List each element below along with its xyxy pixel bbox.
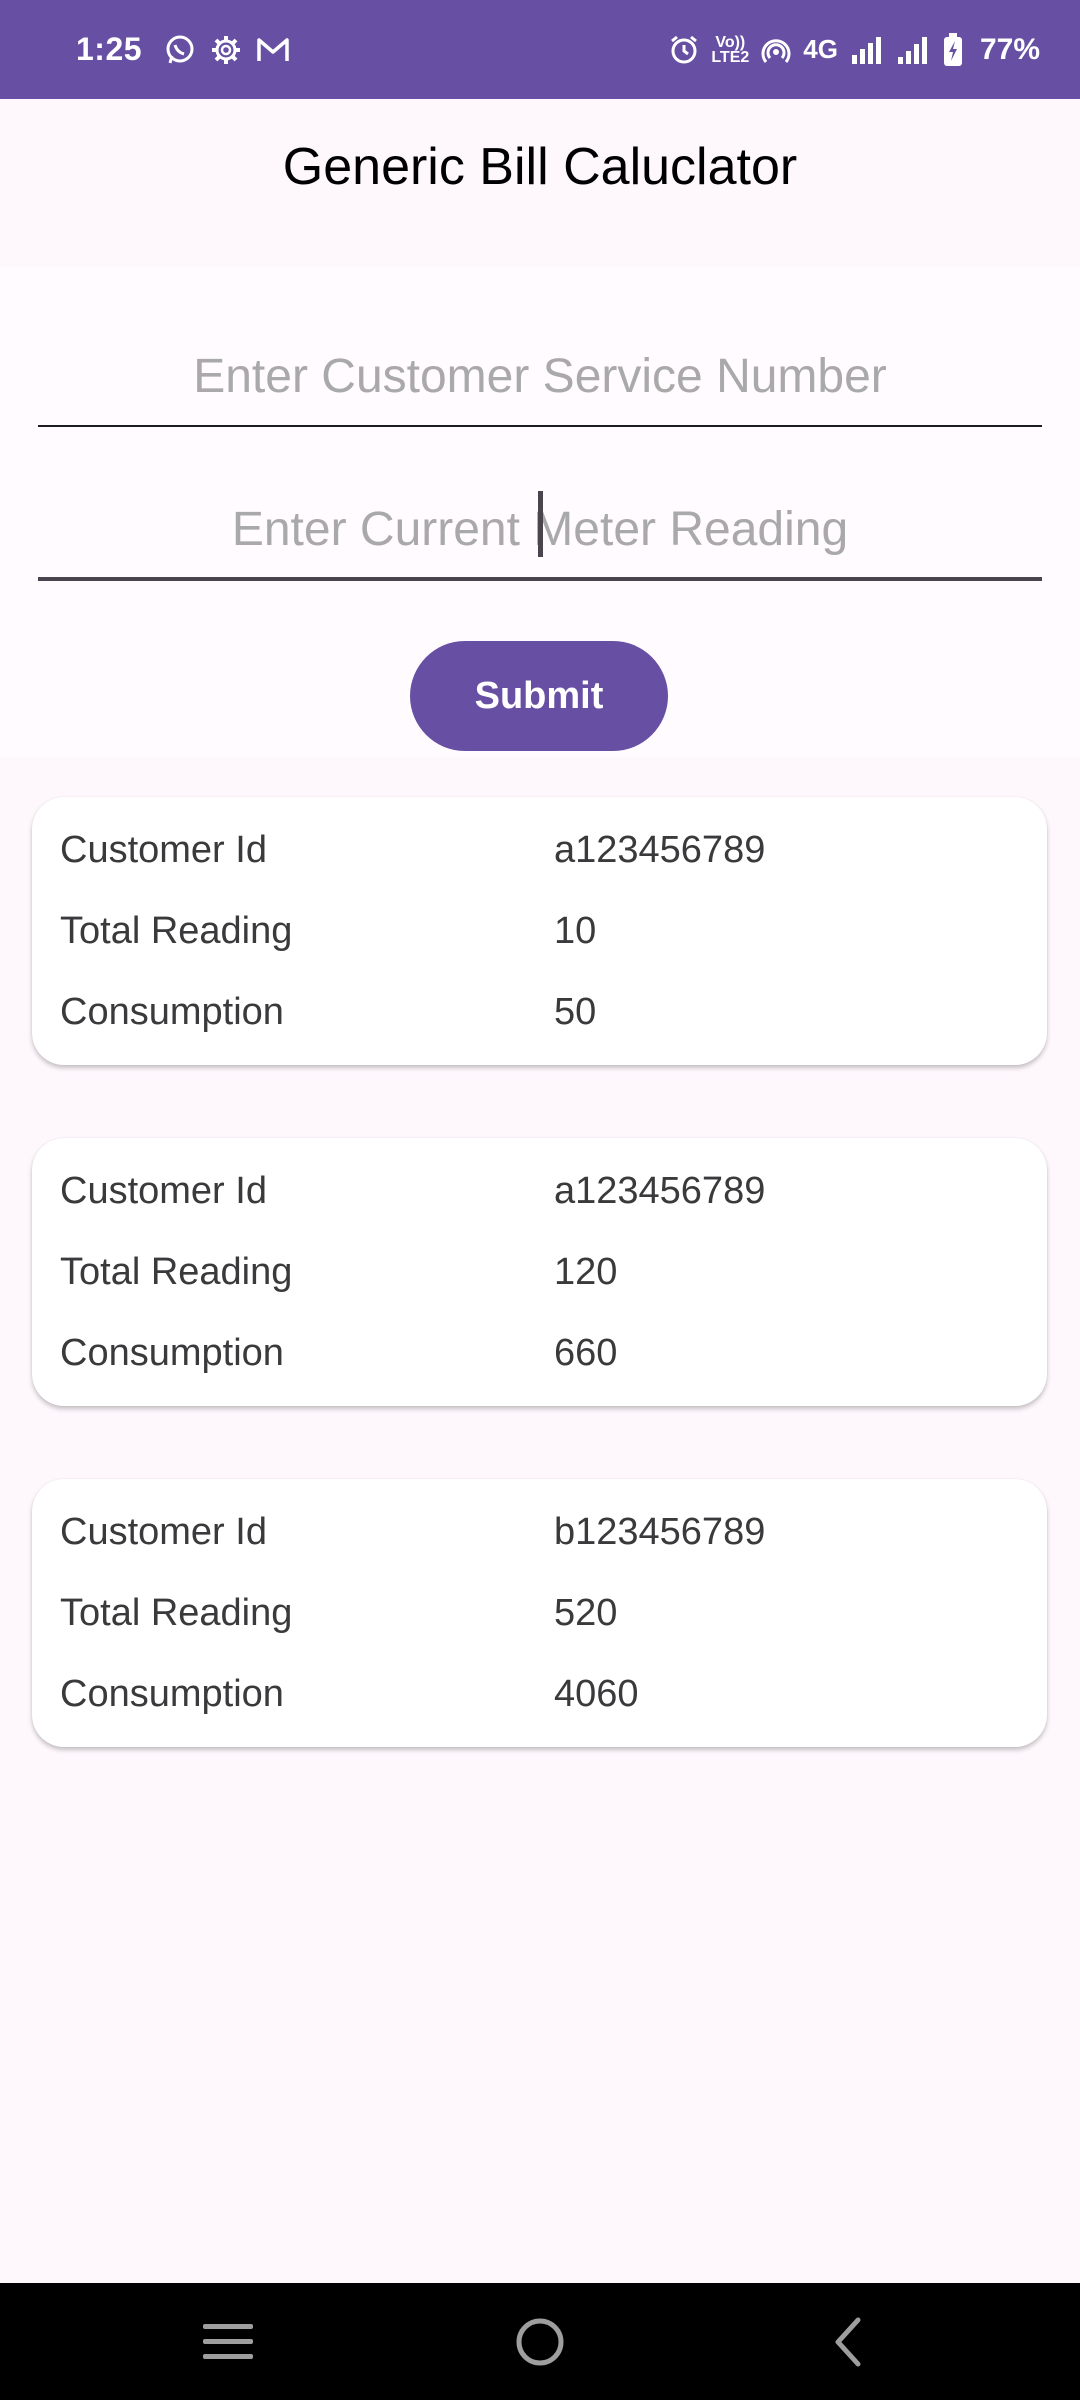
submit-button[interactable]: Submit (410, 641, 668, 751)
consumption-label: Consumption (60, 1331, 284, 1374)
customer-id-row: Customer Id b123456789 (60, 1502, 1020, 1562)
consumption-value: 50 (554, 990, 597, 1033)
customer-service-number-field[interactable]: Enter Customer Service Number (38, 327, 1042, 427)
gmail-icon (256, 36, 290, 64)
customer-service-number-placeholder: Enter Customer Service Number (193, 349, 887, 403)
bill-card: Customer Id a123456789 Total Reading 120… (32, 1138, 1047, 1406)
signal-2-icon (896, 35, 930, 65)
consumption-label: Consumption (60, 1672, 284, 1715)
network-type: 4G (803, 34, 838, 64)
customer-id-row: Customer Id a123456789 (60, 1161, 1020, 1221)
battery-icon (942, 32, 964, 67)
page-title: Generic Bill Caluclator (282, 138, 798, 196)
customer-id-label: Customer Id (60, 1510, 267, 1553)
total-reading-row: Total Reading 10 (60, 901, 1020, 961)
alarm-icon (669, 35, 699, 65)
total-reading-label: Total Reading (60, 1591, 293, 1634)
battery-percent: 77% (979, 32, 1040, 66)
consumption-row: Consumption 4060 (60, 1664, 1020, 1724)
meter-reading-field[interactable]: Enter Current Meter Reading (38, 481, 1042, 581)
total-reading-value: 10 (554, 909, 597, 952)
home-icon[interactable] (480, 2283, 600, 2400)
customer-id-row: Customer Id a123456789 (60, 820, 1020, 880)
customer-id-label: Customer Id (60, 1169, 267, 1212)
customer-id-value: b123456789 (554, 1510, 766, 1553)
consumption-value: 4060 (554, 1672, 639, 1715)
hotspot-icon (761, 35, 791, 65)
app-header: Generic Bill Caluclator (0, 99, 1080, 267)
consumption-label: Consumption (60, 990, 284, 1033)
total-reading-value: 120 (554, 1250, 618, 1293)
bill-form: Enter Customer Service Number Enter Curr… (0, 267, 1080, 757)
bill-card: Customer Id a123456789 Total Reading 10 … (32, 797, 1047, 1065)
customer-id-value: a123456789 (554, 828, 766, 871)
volte-icon: Vo)) LTE2 (711, 33, 750, 66)
whatsapp-icon (164, 34, 196, 66)
bill-card: Customer Id b123456789 Total Reading 520… (32, 1479, 1047, 1747)
status-bar: 1:25 Vo)) LTE2 4G 77% (0, 0, 1080, 99)
total-reading-row: Total Reading 120 (60, 1242, 1020, 1302)
settings-gear-icon (210, 34, 242, 66)
customer-id-label: Customer Id (60, 828, 267, 871)
customer-id-value: a123456789 (554, 1169, 766, 1212)
total-reading-label: Total Reading (60, 909, 293, 952)
system-nav-bar (0, 2283, 1080, 2400)
recent-apps-icon[interactable] (168, 2283, 288, 2400)
total-reading-label: Total Reading (60, 1250, 293, 1293)
total-reading-value: 520 (554, 1591, 618, 1634)
status-time: 1:25 (76, 31, 143, 67)
consumption-row: Consumption 660 (60, 1323, 1020, 1383)
consumption-row: Consumption 50 (60, 982, 1020, 1042)
back-icon[interactable] (788, 2283, 908, 2400)
consumption-value: 660 (554, 1331, 618, 1374)
text-cursor (538, 491, 543, 557)
signal-icon (850, 35, 884, 65)
total-reading-row: Total Reading 520 (60, 1583, 1020, 1643)
